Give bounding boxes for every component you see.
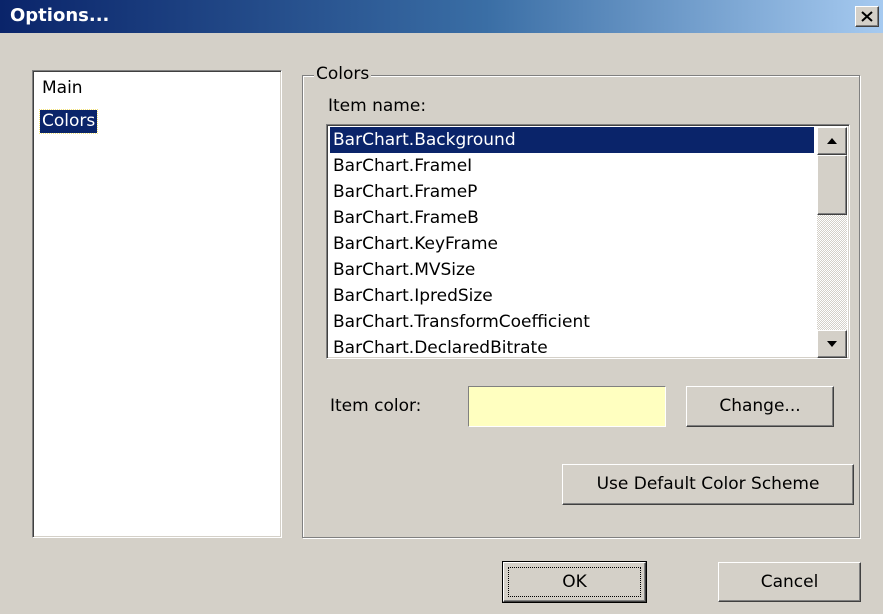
options-dialog: Options... Main Colors Colors Item name:…: [0, 0, 883, 614]
close-icon: [861, 11, 873, 22]
list-item[interactable]: BarChart.Background: [330, 127, 814, 153]
list-item[interactable]: BarChart.KeyFrame: [330, 231, 814, 257]
change-button[interactable]: Change...: [686, 386, 834, 427]
category-item-main[interactable]: Main: [40, 77, 85, 100]
triangle-up-icon: [827, 138, 837, 144]
dialog-title: Options...: [10, 5, 110, 26]
triangle-down-icon: [827, 341, 837, 347]
list-item[interactable]: BarChart.DeclaredBitrate: [330, 335, 814, 358]
list-item[interactable]: BarChart.TransformCoefficient: [330, 309, 814, 335]
list-item[interactable]: BarChart.FrameP: [330, 179, 814, 205]
vertical-scrollbar[interactable]: [817, 127, 847, 358]
category-list[interactable]: Main Colors: [32, 70, 282, 538]
title-bar[interactable]: Options...: [0, 0, 883, 33]
scroll-up-button[interactable]: [817, 127, 847, 155]
colors-group-legend: Colors: [314, 64, 372, 84]
ok-button[interactable]: OK: [502, 561, 647, 603]
category-item-colors[interactable]: Colors: [38, 109, 99, 134]
cancel-button[interactable]: Cancel: [718, 562, 861, 602]
item-name-list[interactable]: BarChart.Background BarChart.FrameI BarC…: [326, 124, 850, 359]
close-button[interactable]: [855, 6, 879, 27]
focus-rectangle: [508, 567, 641, 597]
list-item[interactable]: BarChart.FrameB: [330, 205, 814, 231]
use-default-color-scheme-button[interactable]: Use Default Color Scheme: [562, 464, 854, 505]
list-item[interactable]: BarChart.FrameI: [330, 153, 814, 179]
list-item[interactable]: BarChart.MVSize: [330, 257, 814, 283]
scroll-down-button[interactable]: [817, 330, 847, 358]
item-color-label: Item color:: [330, 396, 422, 416]
scroll-thumb[interactable]: [817, 155, 847, 215]
list-item[interactable]: BarChart.IpredSize: [330, 283, 814, 309]
item-color-swatch: [468, 386, 666, 427]
item-name-label: Item name:: [328, 96, 427, 116]
